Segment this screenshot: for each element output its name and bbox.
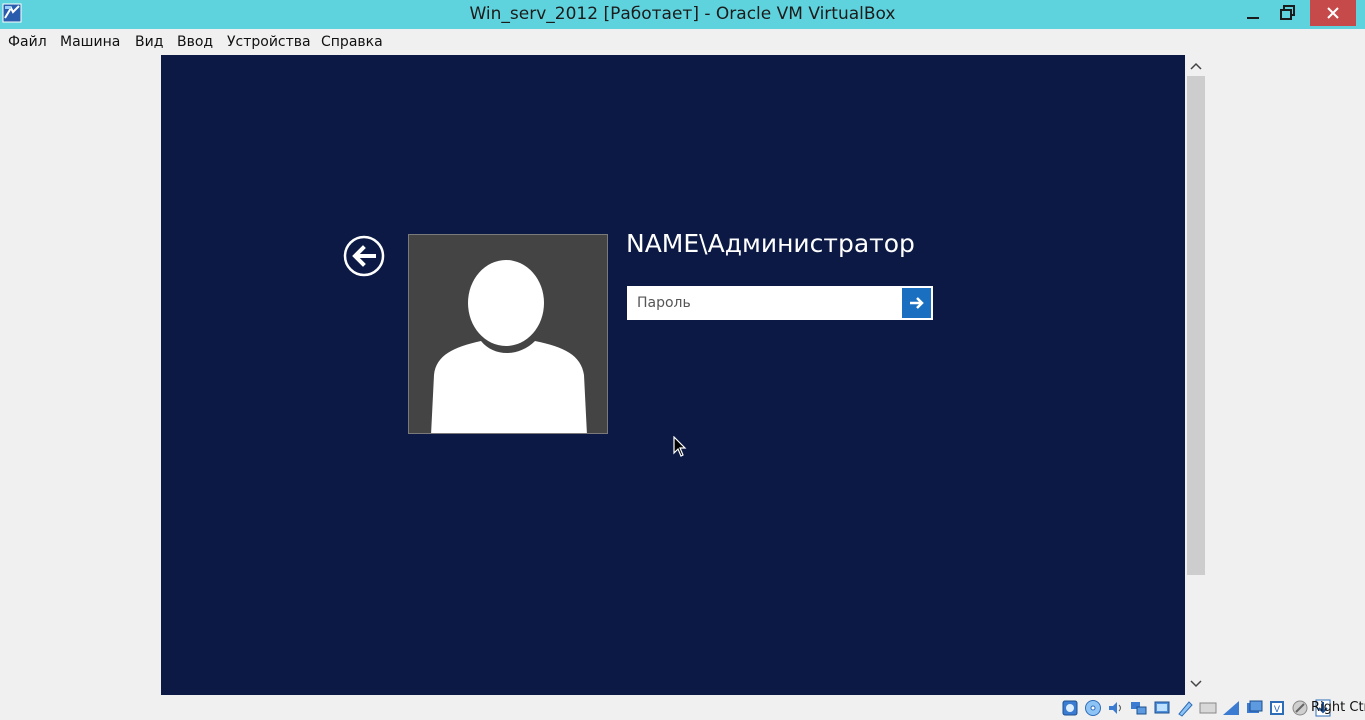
close-icon xyxy=(1327,7,1339,19)
password-box xyxy=(627,286,933,320)
chevron-up-icon xyxy=(1189,62,1202,70)
hard-disk-icon[interactable] xyxy=(1060,698,1080,718)
shared-folders-icon[interactable] xyxy=(1175,698,1195,718)
keyboard-icon[interactable] xyxy=(1290,698,1310,718)
display-icon[interactable] xyxy=(1198,698,1218,718)
user-silhouette-icon xyxy=(431,260,587,433)
scroll-up-button[interactable] xyxy=(1186,57,1205,75)
vm-display[interactable]: NAME\Администратор xyxy=(161,55,1185,695)
optical-drive-icon[interactable] xyxy=(1083,698,1103,718)
back-arrow-icon[interactable] xyxy=(343,235,385,277)
password-input[interactable] xyxy=(629,288,901,318)
user-avatar xyxy=(408,234,608,434)
menu-devices[interactable]: Устройства xyxy=(227,34,311,50)
scroll-thumb[interactable] xyxy=(1187,76,1205,575)
menu-help[interactable]: Справка xyxy=(321,34,383,50)
mouse-cursor-icon xyxy=(673,436,687,457)
audio-icon[interactable] xyxy=(1106,698,1126,718)
menu-bar: Файл Машина Вид Ввод Устройства Справка xyxy=(0,29,1365,55)
menu-view[interactable]: Вид xyxy=(135,34,163,50)
restore-icon xyxy=(1280,5,1295,20)
menu-input[interactable]: Ввод xyxy=(177,34,213,50)
menu-machine[interactable]: Машина xyxy=(60,34,120,50)
host-key-label: Right Ctrl xyxy=(1311,700,1365,715)
maximize-button[interactable] xyxy=(1265,0,1311,26)
network-icon[interactable] xyxy=(1129,698,1149,718)
status-bar: V Right Ctrl xyxy=(0,695,1365,720)
menu-file[interactable]: Файл xyxy=(8,34,47,50)
title-bar[interactable]: Win_serv_2012 [Работает] - Oracle VM Vir… xyxy=(0,0,1365,29)
vertical-scrollbar[interactable] xyxy=(1186,55,1205,695)
usb-icon[interactable] xyxy=(1152,698,1172,718)
svg-text:V: V xyxy=(1274,705,1281,715)
video-capture-icon[interactable] xyxy=(1221,698,1241,718)
arrow-right-icon xyxy=(909,297,924,309)
close-button[interactable] xyxy=(1310,0,1356,26)
cpu-icon[interactable] xyxy=(1244,698,1264,718)
user-name: NAME\Администратор xyxy=(626,229,915,258)
mouse-integration-icon[interactable]: V xyxy=(1267,698,1287,718)
minimize-icon xyxy=(1247,17,1259,19)
scroll-down-button[interactable] xyxy=(1186,675,1205,693)
chevron-down-icon xyxy=(1189,680,1202,688)
window-title: Win_serv_2012 [Работает] - Oracle VM Vir… xyxy=(469,4,896,24)
submit-button[interactable] xyxy=(902,288,931,318)
